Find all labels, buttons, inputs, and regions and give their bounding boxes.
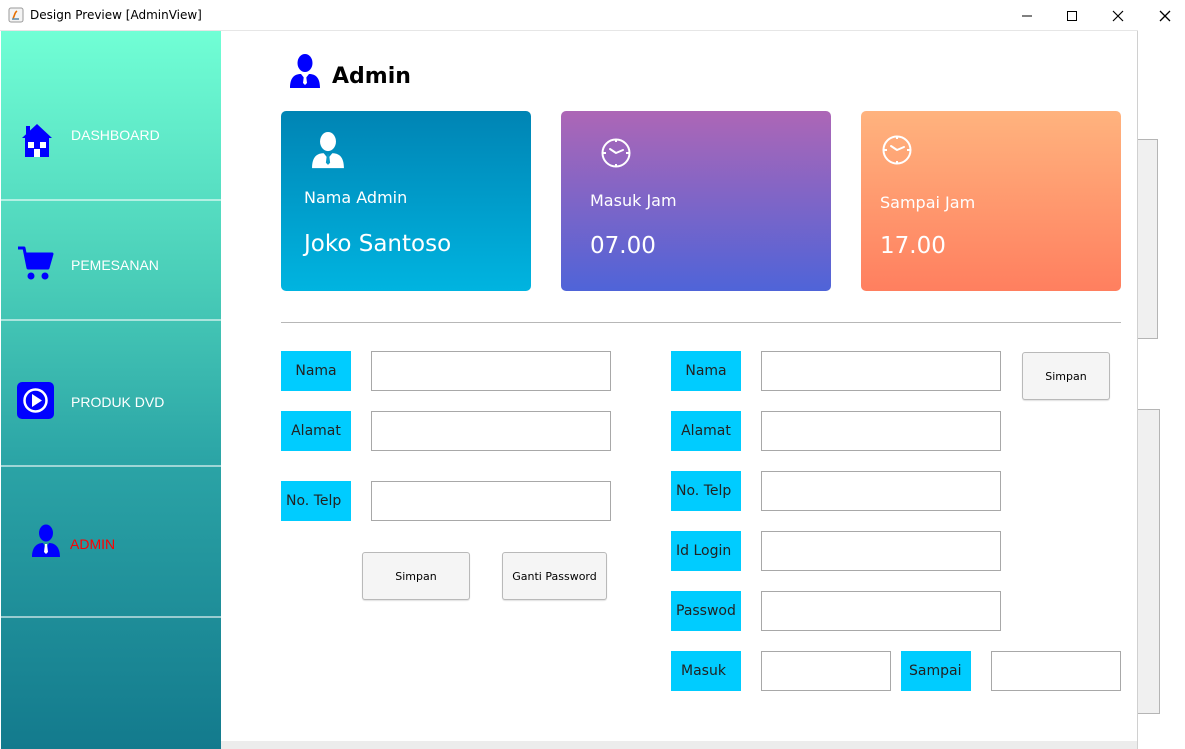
- sidebar-item-label: ADMIN: [70, 536, 116, 552]
- change-password-button[interactable]: Ganti Password: [502, 552, 607, 600]
- title-bar: Design Preview [AdminView]: [0, 0, 1138, 31]
- telp-label: No. Telp: [671, 471, 741, 511]
- user-icon: [312, 131, 344, 169]
- sidebar-item-label: DASHBOARD: [71, 127, 160, 143]
- sampai-label: Sampai: [901, 651, 971, 691]
- sidebar: DASHBOARD PEMESANAN PRODUK DVD ADMIN: [1, 31, 221, 749]
- card-label: Nama Admin: [304, 188, 408, 207]
- password-field[interactable]: [761, 591, 1001, 631]
- save-button[interactable]: Simpan: [1022, 352, 1110, 400]
- clock-icon: [882, 135, 912, 165]
- admin-name-card: Nama Admin Joko Santoso: [281, 111, 531, 291]
- password-label: Passwod: [671, 591, 741, 631]
- alamat-label: Alamat: [671, 411, 741, 451]
- login-id-field[interactable]: [761, 531, 1001, 571]
- play-icon: [17, 382, 54, 419]
- sidebar-item-dashboard[interactable]: DASHBOARD: [1, 31, 221, 201]
- page-title: Admin: [332, 64, 411, 89]
- nama-field[interactable]: [761, 351, 1001, 391]
- card-value: Joko Santoso: [304, 231, 452, 257]
- bottom-scroll-strip: [221, 741, 1137, 749]
- nama-label: Nama: [671, 351, 741, 391]
- card-label: Sampai Jam: [880, 193, 976, 212]
- sampai-field[interactable]: [991, 651, 1121, 691]
- alamat-label: Alamat: [281, 411, 351, 451]
- background-window-panel-1: [1136, 139, 1158, 339]
- sidebar-item-produk-dvd[interactable]: PRODUK DVD: [1, 321, 221, 467]
- check-out-card: Sampai Jam 17.00: [861, 111, 1121, 291]
- app-window: Design Preview [AdminView] DASHBOARD PEM…: [0, 0, 1138, 749]
- close-button[interactable]: [1095, 0, 1141, 31]
- telp-field[interactable]: [371, 481, 611, 521]
- nama-label: Nama: [281, 351, 351, 391]
- maximize-button[interactable]: [1049, 0, 1095, 31]
- telp-label: No. Telp: [281, 481, 351, 521]
- outer-close-icon[interactable]: [1145, 0, 1185, 31]
- card-value: 07.00: [590, 233, 656, 259]
- check-in-card: Masuk Jam 07.00: [561, 111, 831, 291]
- clock-icon: [601, 138, 631, 168]
- close-icon: [1112, 10, 1124, 21]
- alamat-field[interactable]: [761, 411, 1001, 451]
- alamat-field[interactable]: [371, 411, 611, 451]
- cart-icon: [18, 246, 54, 280]
- masuk-field[interactable]: [761, 651, 891, 691]
- user-icon: [290, 54, 320, 88]
- nama-field[interactable]: [371, 351, 611, 391]
- section-divider: [281, 322, 1121, 323]
- sidebar-item-label: PRODUK DVD: [71, 394, 165, 410]
- window-title: Design Preview [AdminView]: [30, 8, 202, 22]
- maximize-icon: [1067, 10, 1077, 21]
- user-icon: [32, 524, 60, 557]
- telp-field[interactable]: [761, 471, 1001, 511]
- background-window-panel-2: [1136, 409, 1160, 714]
- login-id-label: Id Login: [671, 531, 741, 571]
- sidebar-item-pemesanan[interactable]: PEMESANAN: [1, 201, 221, 321]
- sidebar-item-admin[interactable]: ADMIN: [1, 467, 221, 618]
- card-label: Masuk Jam: [590, 191, 677, 210]
- java-app-icon: [8, 7, 24, 23]
- card-value: 17.00: [880, 233, 946, 259]
- house-icon: [22, 124, 52, 157]
- minimize-icon: [1022, 15, 1032, 16]
- minimize-button[interactable]: [1004, 0, 1050, 31]
- sidebar-item-label: PEMESANAN: [71, 257, 159, 273]
- masuk-label: Masuk: [671, 651, 741, 691]
- save-button[interactable]: Simpan: [362, 552, 470, 600]
